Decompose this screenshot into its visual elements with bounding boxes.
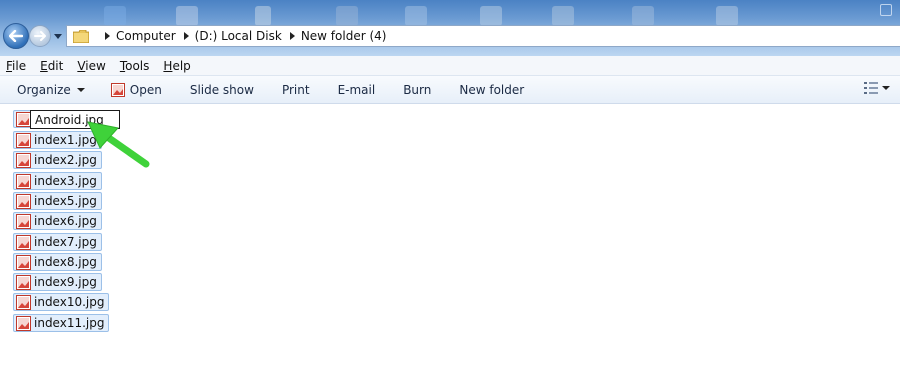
view-options-icon <box>864 82 878 94</box>
slideshow-button[interactable]: Slide show <box>182 76 262 104</box>
file-name: index10.jpg <box>34 295 105 309</box>
image-file-icon <box>16 213 31 229</box>
image-file-icon <box>16 234 31 250</box>
menu-help-label: elp <box>172 58 191 73</box>
background-blob <box>255 6 271 26</box>
back-button[interactable] <box>3 23 29 49</box>
open-button[interactable]: Open <box>103 76 170 104</box>
breadcrumb-new-folder[interactable]: New folder (4) <box>301 29 387 43</box>
new-folder-label: New folder <box>459 82 525 97</box>
menu-file-label: ile <box>12 58 27 73</box>
email-label: E-mail <box>337 82 376 97</box>
image-file-icon <box>16 152 31 168</box>
image-file-icon <box>16 132 31 148</box>
image-file-icon <box>16 274 31 290</box>
breadcrumb: Computer (D:) Local Disk New folder (4) <box>97 29 386 43</box>
burn-button[interactable]: Burn <box>395 76 439 104</box>
menu-tools-label: ools <box>125 58 150 73</box>
file-item[interactable]: index10.jpg <box>13 293 110 311</box>
breadcrumb-computer[interactable]: Computer <box>116 29 176 43</box>
file-name: index8.jpg <box>34 255 97 269</box>
folder-icon <box>72 29 90 43</box>
file-name: index3.jpg <box>34 174 97 188</box>
menu-edit-label: dit <box>47 58 64 73</box>
file-name: index9.jpg <box>34 275 97 289</box>
file-item[interactable]: index3.jpg <box>13 172 102 190</box>
menu-view[interactable]: View <box>77 59 105 73</box>
new-folder-button[interactable]: New folder <box>451 76 532 104</box>
image-file-icon <box>16 111 31 127</box>
image-file-icon <box>16 294 31 310</box>
background-blob <box>552 6 574 26</box>
slideshow-label: Slide show <box>189 82 254 97</box>
background-blob <box>480 6 502 26</box>
chevron-down-icon <box>882 86 890 90</box>
back-arrow-icon <box>9 30 23 42</box>
file-item[interactable]: index6.jpg <box>13 212 102 230</box>
image-file-icon <box>16 315 31 331</box>
breadcrumb-local-disk[interactable]: (D:) Local Disk <box>195 29 282 43</box>
background-blob <box>716 6 738 26</box>
views-button[interactable] <box>864 82 890 94</box>
chevron-right-icon[interactable] <box>289 32 295 40</box>
maximize-button[interactable] <box>880 4 892 16</box>
menu-help[interactable]: Help <box>163 59 190 73</box>
background-blob <box>104 6 126 26</box>
image-file-icon <box>16 193 31 209</box>
menu-file[interactable]: File <box>6 59 26 73</box>
chevron-down-icon <box>76 87 85 92</box>
file-item[interactable]: index8.jpg <box>13 253 102 271</box>
recent-pages-dropdown-icon[interactable] <box>54 32 62 40</box>
burn-label: Burn <box>403 82 432 97</box>
open-label: Open <box>129 82 162 97</box>
file-item[interactable]: index9.jpg <box>13 273 102 291</box>
print-label: Print <box>281 82 310 97</box>
image-file-icon <box>110 82 125 97</box>
file-item[interactable]: index7.jpg <box>13 233 102 251</box>
command-bar: Organize Open Slide show Print E-mail Bu… <box>0 76 900 104</box>
organize-label: Organize <box>17 82 71 97</box>
menu-bar: File Edit View Tools Help <box>0 56 900 76</box>
forward-arrow-icon <box>34 31 46 41</box>
email-button[interactable]: E-mail <box>330 76 384 104</box>
menu-edit-accesskey: E <box>40 58 48 73</box>
chevron-right-icon[interactable] <box>105 32 110 40</box>
background-blob <box>336 6 358 26</box>
file-name: index5.jpg <box>34 194 97 208</box>
file-item[interactable]: index5.jpg <box>13 192 102 210</box>
menu-tools[interactable]: Tools <box>120 59 150 73</box>
image-file-icon <box>16 173 31 189</box>
menu-view-label: iew <box>85 58 106 73</box>
chevron-right-icon[interactable] <box>183 32 189 40</box>
address-bar[interactable]: Computer (D:) Local Disk New folder (4) <box>66 25 900 47</box>
background-blob <box>632 6 654 26</box>
menu-edit[interactable]: Edit <box>40 59 63 73</box>
background-blob <box>405 6 427 26</box>
file-name: index6.jpg <box>34 214 97 228</box>
annotation-arrow-icon <box>87 121 150 168</box>
file-name: index11.jpg <box>34 316 105 330</box>
background-blob <box>176 6 198 26</box>
print-button[interactable]: Print <box>274 76 318 104</box>
file-item[interactable]: index11.jpg <box>13 314 110 332</box>
forward-button[interactable] <box>29 25 51 47</box>
organize-button[interactable]: Organize <box>10 76 93 104</box>
image-file-icon <box>16 254 31 270</box>
file-name: index7.jpg <box>34 235 97 249</box>
